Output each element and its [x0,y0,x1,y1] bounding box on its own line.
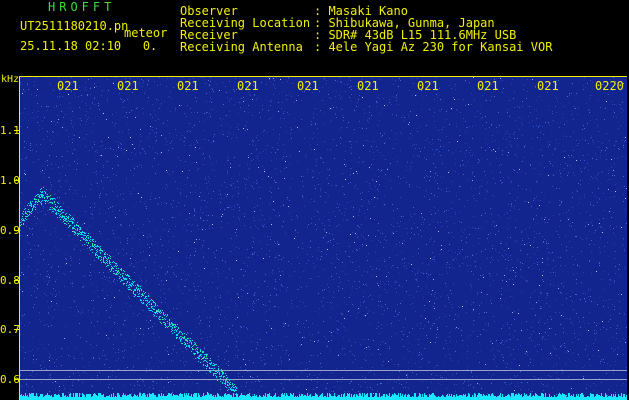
brand-title: HROFFT [48,0,116,14]
event-tag: meteor [124,26,168,40]
station-info: Observer : Masaki Kano Receiving Locatio… [180,5,552,53]
spectrogram-plot [20,76,627,400]
y-tick [14,180,20,181]
noise-layer [20,76,627,400]
antenna-value: : 4ele Yagi Az 230 for Kansai VOR [314,40,553,54]
unit-label: kHz [1,74,20,85]
y-tick [14,280,20,281]
time-tick-label: 021 [297,79,319,93]
time-tick-label: 0220 [595,79,624,93]
time-tick-label: 021 [117,79,139,93]
left-axis-line [19,76,20,400]
time-tick-label: 021 [417,79,439,93]
y-tick [14,130,20,131]
top-axis-line [20,76,627,77]
time-tick-label: 021 [177,79,199,93]
antenna-label: Receiving Antenna [180,40,303,54]
time-tick-label: 021 [57,79,79,93]
timestamp: 25.11.18 02:10 0. [20,39,158,53]
y-tick [14,329,20,330]
file-name: UT2511180210.pn [20,19,129,33]
antenna-row: Receiving Antenna : 4ele Yagi Az 230 for… [180,41,552,53]
time-tick-label: 021 [237,79,259,93]
y-tick [14,379,20,380]
time-tick-label: 021 [477,79,499,93]
y-tick [14,230,20,231]
time-tick-label: 021 [537,79,559,93]
spectrogram-window: HROFFT UT2511180210.pn meteor 25.11.18 0… [0,0,629,400]
time-tick-label: 021 [357,79,379,93]
